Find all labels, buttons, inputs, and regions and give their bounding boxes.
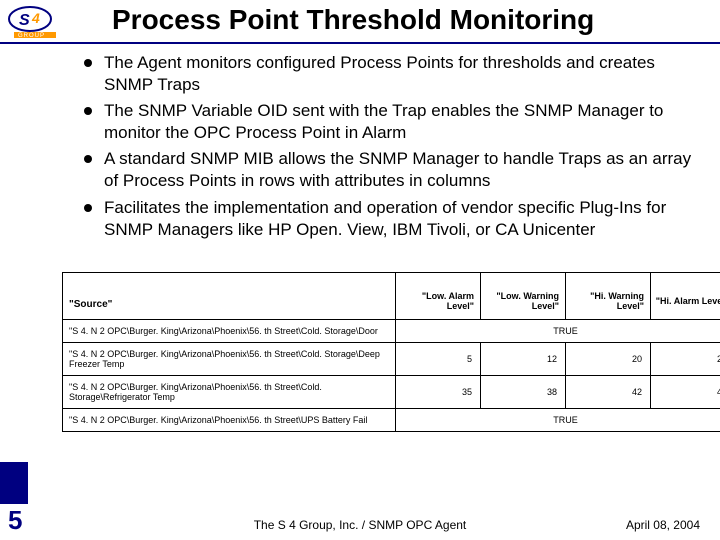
cell-source: "S 4. N 2 OPC\Burger. King\Arizona\Phoen… [63,409,396,432]
cell-low-warn: 38 [481,376,566,409]
cell-low-alarm: 5 [396,343,481,376]
col-low-alarm: "Low. Alarm Level" [396,273,481,320]
cell-source: "S 4. N 2 OPC\Burger. King\Arizona\Phoen… [63,376,396,409]
cell-source: "S 4. N 2 OPC\Burger. King\Arizona\Phoen… [63,320,396,343]
svg-text:S: S [19,12,30,29]
bullet-list: The Agent monitors configured Process Po… [84,52,696,245]
table-row: "S 4. N 2 OPC\Burger. King\Arizona\Phoen… [63,376,720,409]
table-row: "S 4. N 2 OPC\Burger. King\Arizona\Phoen… [63,320,720,343]
cell-hi-warn: 42 [566,376,651,409]
page-number-bg [0,462,28,504]
logo: S 4 GROUP [8,6,78,45]
col-low-warn: "Low. Warning Level" [481,273,566,320]
svg-text:GROUP: GROUP [18,33,45,39]
table-header-row: "Source" "Low. Alarm Level" "Low. Warnin… [63,273,720,320]
cell-hi-alarm: 28 [651,343,720,376]
bullet-item: The SNMP Variable OID sent with the Trap… [84,100,696,144]
bullet-item: The Agent monitors configured Process Po… [84,52,696,96]
bullet-item: A standard SNMP MIB allows the SNMP Mana… [84,148,696,192]
footer-center: The S 4 Group, Inc. / SNMP OPC Agent [0,518,720,532]
cell-low-warn: 12 [481,343,566,376]
cell-merged: TRUE [396,409,720,432]
bullet-item: Facilitates the implementation and opera… [84,197,696,241]
table-row: "S 4. N 2 OPC\Burger. King\Arizona\Phoen… [63,409,720,432]
col-hi-alarm: "Hi. Alarm Level" [651,273,720,320]
cell-hi-warn: 20 [566,343,651,376]
cell-merged: TRUE [396,320,720,343]
cell-low-alarm: 35 [396,376,481,409]
svg-text:4: 4 [31,10,40,26]
title-divider [0,42,720,44]
cell-source: "S 4. N 2 OPC\Burger. King\Arizona\Phoen… [63,343,396,376]
page-title: Process Point Threshold Monitoring [112,4,594,36]
table-row: "S 4. N 2 OPC\Burger. King\Arizona\Phoen… [63,343,720,376]
cell-hi-alarm: 45 [651,376,720,409]
col-source: "Source" [63,273,396,320]
threshold-table: "Source" "Low. Alarm Level" "Low. Warnin… [62,272,678,432]
col-hi-warn: "Hi. Warning Level" [566,273,651,320]
footer-date: April 08, 2004 [626,518,700,532]
